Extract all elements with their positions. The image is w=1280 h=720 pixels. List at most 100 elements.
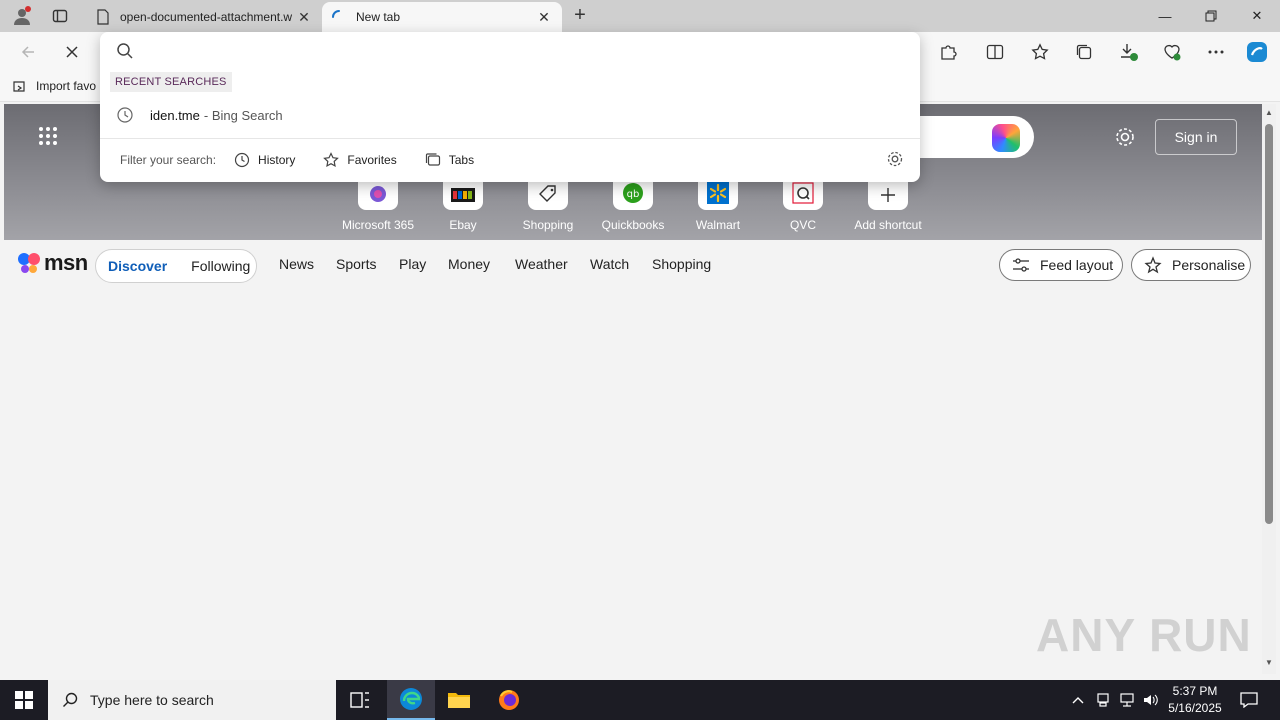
discover-tab[interactable]: Discover (108, 258, 167, 274)
download-icon (1121, 44, 1138, 61)
sparkle-star-icon (1144, 256, 1162, 274)
document-icon (97, 9, 109, 25)
close-icon[interactable]: ✕ (296, 9, 312, 26)
shortcut-label: QVC (789, 218, 816, 232)
close-window-button[interactable]: ✕ (1234, 0, 1280, 32)
following-tab[interactable]: Following (191, 258, 250, 274)
performance-button[interactable] (1158, 38, 1186, 66)
feed-toggle: Discover Following (95, 249, 257, 283)
msn-nav-bar: msn Discover Following News Sports Play … (4, 240, 1262, 290)
tabs-icon (425, 153, 440, 166)
shortcut-qvc[interactable]: QVC (758, 176, 848, 232)
windows-icon (15, 691, 33, 709)
scroll-thumb[interactable] (1265, 124, 1273, 524)
copilot-icon[interactable] (992, 124, 1020, 152)
tag-icon (539, 185, 556, 202)
star-icon (323, 152, 340, 168)
page-settings-icon[interactable] (1114, 126, 1136, 151)
chevron-up-icon[interactable] (1070, 692, 1086, 708)
shortcut-shopping[interactable]: Shopping (503, 176, 593, 232)
taskbar-search-box[interactable]: Type here to search (48, 680, 336, 720)
back-arrow-icon (21, 46, 34, 58)
collections-button[interactable] (1070, 38, 1098, 66)
search-icon (63, 692, 78, 707)
close-icon[interactable]: ✕ (536, 9, 552, 26)
nav-sports[interactable]: Sports (336, 256, 376, 272)
nav-watch[interactable]: Watch (590, 256, 629, 272)
taskbar-search-placeholder: Type here to search (90, 692, 214, 708)
filter-history-button[interactable]: History (234, 152, 295, 168)
search-filter-row: Filter your search: History Favorites Ta… (120, 150, 502, 170)
star-icon (1031, 43, 1049, 60)
tab-attachment[interactable]: open-documented-attachment.w ✕ (86, 2, 322, 32)
tab-actions-icon[interactable] (48, 4, 72, 28)
profile-icon[interactable] (10, 4, 34, 28)
tab-title: open-documented-attachment.w (120, 10, 293, 24)
taskbar: Type here to search 5:37 PM 5/16/2025 (0, 680, 1280, 720)
minimize-button[interactable]: — (1142, 0, 1188, 32)
back-button[interactable] (14, 38, 42, 66)
shortcut-walmart[interactable]: Walmart (673, 176, 763, 232)
filter-tabs-button[interactable]: Tabs (425, 152, 474, 168)
filter-favorites-label: Favorites (347, 153, 397, 167)
device-icon[interactable] (1095, 692, 1111, 708)
web-search-box[interactable] (904, 116, 1034, 158)
nav-weather[interactable]: Weather (515, 256, 568, 272)
nav-news[interactable]: News (279, 256, 314, 272)
split-screen-button[interactable] (981, 38, 1009, 66)
feed-layout-button[interactable]: Feed layout (999, 249, 1123, 281)
tab-new-tab[interactable]: New tab ✕ (322, 2, 562, 32)
nav-shopping[interactable]: Shopping (652, 256, 711, 272)
copilot-icon (1247, 42, 1267, 62)
system-clock[interactable]: 5:37 PM 5/16/2025 (1166, 683, 1224, 717)
filter-favorites-button[interactable]: Favorites (323, 152, 397, 168)
feed-layout-label: Feed layout (1040, 257, 1114, 273)
puzzle-icon (941, 45, 957, 60)
title-bar: open-documented-attachment.w ✕ New tab ✕… (0, 0, 1280, 32)
taskbar-file-explorer[interactable] (435, 680, 483, 720)
extensions-button[interactable] (934, 38, 962, 66)
taskbar-firefox[interactable] (485, 680, 533, 720)
search-settings-icon[interactable] (886, 150, 904, 171)
volume-icon[interactable] (1143, 692, 1159, 708)
nav-money[interactable]: Money (448, 256, 490, 272)
personalise-button[interactable]: Personalise (1131, 249, 1251, 281)
shortcut-microsoft-365[interactable]: Microsoft 365 (333, 176, 423, 232)
recent-search-item[interactable]: iden.tme - Bing Search (116, 106, 283, 124)
new-tab-button[interactable]: + (568, 4, 592, 28)
downloads-button[interactable] (1115, 38, 1143, 66)
taskbar-edge[interactable] (387, 680, 435, 720)
shortcut-add[interactable]: Add shortcut (843, 176, 933, 232)
shortcut-quickbooks[interactable]: qb Quickbooks (588, 176, 678, 232)
import-favorites-label: Import favo (36, 79, 97, 93)
sign-in-button[interactable]: Sign in (1155, 119, 1237, 155)
task-view-button[interactable] (336, 680, 384, 720)
shortcut-ebay[interactable]: Ebay (418, 176, 508, 232)
start-button[interactable] (0, 680, 48, 720)
restore-button[interactable] (1188, 0, 1234, 32)
import-favorites-link[interactable]: Import favo (12, 78, 96, 94)
divider (100, 138, 920, 139)
collections-icon (1076, 44, 1092, 60)
more-options-button[interactable] (1202, 38, 1230, 66)
favorites-button[interactable] (1026, 38, 1054, 66)
network-icon[interactable] (1119, 692, 1135, 708)
recent-searches-heading: RECENT SEARCHES (110, 72, 232, 92)
msn-logo[interactable]: msn (16, 250, 88, 276)
scroll-up-icon[interactable]: ▲ (1264, 108, 1274, 118)
split-screen-icon (986, 44, 1004, 60)
edge-icon (400, 688, 422, 710)
anyrun-watermark: ANY RUN (1036, 609, 1252, 661)
filter-tabs-label: Tabs (448, 153, 475, 167)
walmart-icon (707, 182, 729, 204)
page-scrollbar[interactable]: ▲ ▼ (1262, 104, 1276, 674)
app-launcher-icon[interactable] (38, 126, 58, 149)
m365-icon (370, 186, 386, 202)
stop-button[interactable] (58, 38, 86, 66)
recent-search-query: iden.tme (150, 107, 200, 123)
notifications-icon[interactable] (1240, 691, 1258, 709)
copilot-button[interactable] (1243, 38, 1271, 66)
svg-text:qb: qb (627, 189, 640, 200)
scroll-down-icon[interactable]: ▼ (1264, 658, 1274, 668)
nav-play[interactable]: Play (399, 256, 426, 272)
